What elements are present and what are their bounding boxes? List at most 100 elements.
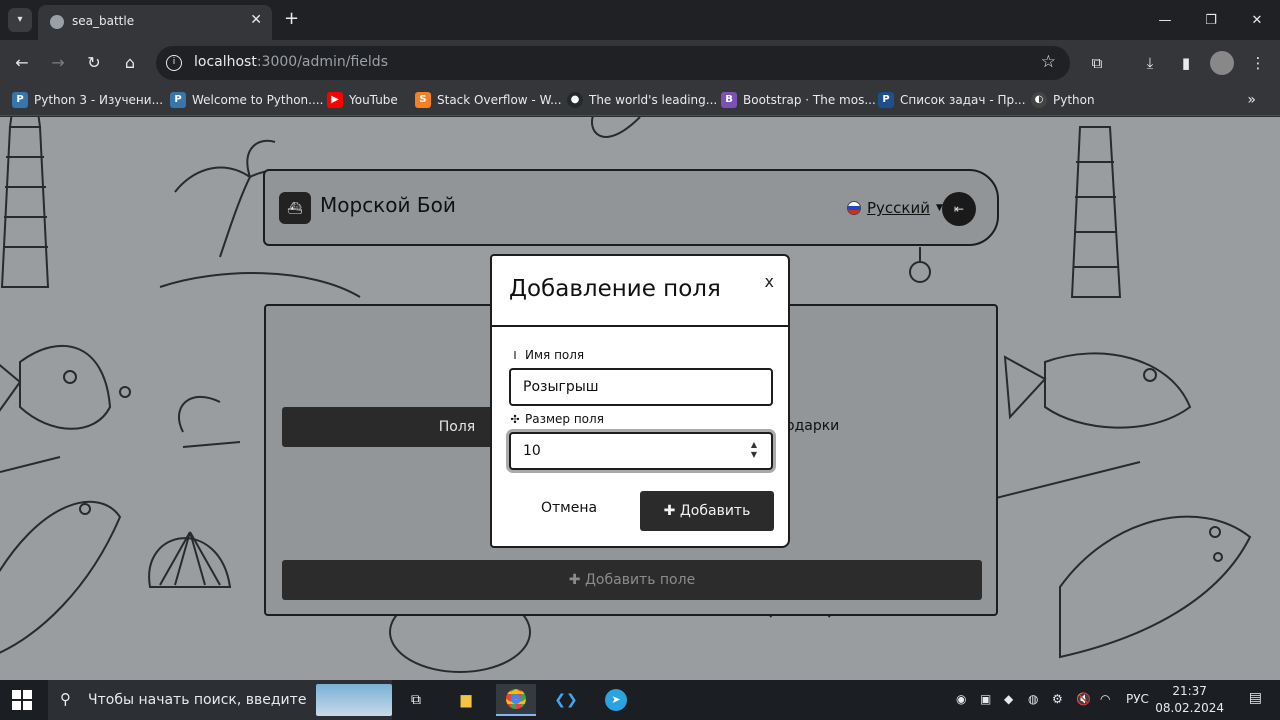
menu-kebab-icon[interactable]: ⋮ [1246, 51, 1270, 75]
back-arrow-icon[interactable]: ← [10, 51, 34, 75]
ship-logo-icon[interactable]: ⛴ [279, 192, 311, 224]
field-size-label: ✣ Размер поля [509, 412, 604, 426]
python-icon: P [170, 92, 186, 108]
browser-toolbar: ← → ↻ ⌂ i localhost:3000/admin/fields ☆ … [0, 40, 1280, 86]
cancel-button[interactable]: Отмена [541, 500, 597, 516]
side-panel-icon[interactable]: ▮ [1174, 51, 1198, 75]
window-controls: — ❐ ✕ [1142, 0, 1280, 40]
tab-search-chevron-icon[interactable]: ▾ [8, 8, 32, 32]
modal-divider [492, 325, 788, 327]
bookmarks-bar: P Python 3 - Изучени... P Welcome to Pytho… [0, 86, 1280, 116]
windows-taskbar: ⚲ Чтобы начать поиск, введите ⧉ ▆ ❮❯ ➤ ◉… [0, 680, 1280, 720]
field-name-label: I Имя поля [509, 348, 584, 362]
field-size-value: 10 [523, 443, 541, 459]
russia-flag-icon [847, 201, 861, 215]
bookmark-item[interactable]: P Python 3 - Изучени... [12, 92, 163, 108]
logout-button[interactable]: ⇤ [942, 192, 976, 226]
browser-tab[interactable]: sea_battle ✕ [38, 5, 272, 40]
bookmark-label: Python [1053, 93, 1095, 107]
tray-app-icon[interactable]: ◆ [1004, 692, 1013, 706]
site-info-icon[interactable]: i [166, 55, 182, 71]
download-icon[interactable]: ⤓ [1138, 51, 1162, 75]
field-name-label-text: Имя поля [525, 348, 585, 362]
tab-close-icon[interactable]: ✕ [250, 12, 262, 28]
bookmark-item[interactable]: S Stack Overflow - W... [415, 92, 562, 108]
system-clock[interactable]: 21:37 08.02.2024 [1155, 683, 1224, 717]
bootstrap-icon: B [721, 92, 737, 108]
search-placeholder: Чтобы начать поиск, введите [88, 692, 307, 708]
python-icon: P [12, 92, 28, 108]
volume-muted-icon[interactable]: 🔇 [1076, 692, 1091, 706]
modal-close-button[interactable]: x [765, 272, 774, 291]
url-path: :3000/admin/fields [256, 54, 388, 70]
new-tab-button[interactable]: + [284, 8, 299, 29]
bookmark-label: Python 3 - Изучени... [34, 93, 164, 107]
number-spinner-icon[interactable]: ▲ ▼ [751, 440, 757, 460]
bookmark-label: Список задач - Пр... [900, 93, 1026, 107]
bookmark-item[interactable]: ● The world's leading... [567, 92, 717, 108]
restore-button[interactable]: ❐ [1188, 0, 1234, 40]
bookmark-item[interactable]: P Welcome to Python.... [170, 92, 323, 108]
task-view-icon[interactable]: ⧉ [396, 684, 436, 716]
search-highlight-image [316, 684, 392, 716]
github-icon: ● [567, 92, 583, 108]
bookmark-star-icon[interactable]: ☆ [1041, 52, 1056, 72]
text-cursor-icon: I [513, 348, 517, 362]
taskbar-search-box[interactable]: ⚲ Чтобы начать поиск, введите [48, 680, 392, 720]
modal-title: Добавление поля [509, 276, 721, 302]
tray-app-icon[interactable]: ⚙ [1052, 692, 1063, 706]
close-window-button[interactable]: ✕ [1234, 0, 1280, 40]
forward-arrow-icon[interactable]: → [46, 51, 70, 75]
windows-start-icon[interactable] [12, 690, 32, 710]
tab-title: sea_battle [72, 14, 135, 28]
bookmark-item[interactable]: B Bootstrap · The mos... [721, 92, 876, 108]
python-icon: ◐ [1031, 92, 1047, 108]
clock-date: 08.02.2024 [1155, 701, 1224, 715]
wifi-icon[interactable]: ◠ [1100, 692, 1110, 706]
extensions-puzzle-icon[interactable]: ⧉ [1085, 51, 1109, 75]
youtube-icon: ▶ [327, 92, 343, 108]
minimize-button[interactable]: — [1142, 0, 1188, 40]
bookmark-item[interactable]: ◐ Python [1031, 92, 1095, 108]
bookmark-item[interactable]: ▶ YouTube [327, 92, 398, 108]
add-field-button[interactable]: ✚ Добавить поле [282, 560, 982, 600]
tray-app-icon[interactable]: ◍ [1028, 692, 1038, 706]
bookmark-label: The world's leading... [589, 93, 718, 107]
address-bar[interactable]: i localhost:3000/admin/fields ☆ [156, 46, 1070, 80]
language-dropdown[interactable]: Русский ▼ [847, 199, 943, 217]
url-text[interactable]: localhost:3000/admin/fields [194, 54, 388, 70]
field-size-input[interactable]: 10 ▲ ▼ [509, 432, 773, 470]
bookmark-item[interactable]: P Список задач - Пр... [878, 92, 1026, 108]
bookmark-label: Bootstrap · The mos... [743, 93, 876, 107]
url-host: localhost [194, 54, 257, 70]
tasks-icon: P [878, 92, 894, 108]
language-label: Русский [867, 199, 930, 217]
input-language[interactable]: РУС [1126, 692, 1149, 706]
tab-prizes[interactable]: одарки [786, 418, 839, 434]
file-explorer-icon[interactable]: ▆ [446, 684, 486, 716]
add-button[interactable]: ✚ Добавить [640, 491, 774, 531]
app-header: ⛴ Морской Бой Русский ▼ ⇤ [263, 169, 999, 246]
expand-arrows-icon: ✣ [510, 412, 520, 426]
bookmarks-overflow-icon[interactable]: » [1247, 92, 1256, 108]
reload-icon[interactable]: ↻ [82, 51, 106, 75]
bookmark-label: YouTube [349, 93, 398, 107]
home-icon[interactable]: ⌂ [118, 51, 142, 75]
bookmark-label: Welcome to Python.... [192, 93, 324, 107]
clock-time: 21:37 [1172, 684, 1207, 698]
discord-icon[interactable]: ◉ [956, 692, 966, 706]
profile-avatar[interactable] [1210, 51, 1234, 75]
chrome-icon[interactable] [496, 684, 536, 716]
stackoverflow-icon: S [415, 92, 431, 108]
browser-tab-bar: ▾ sea_battle ✕ + — ❐ ✕ [0, 0, 1280, 40]
search-icon: ⚲ [60, 690, 71, 708]
bookmark-label: Stack Overflow - W... [437, 93, 562, 107]
vscode-icon[interactable]: ❮❯ [546, 684, 586, 716]
globe-icon [50, 15, 64, 29]
telegram-icon[interactable]: ➤ [596, 684, 636, 716]
notification-icon[interactable]: ▤ [1249, 690, 1262, 706]
add-field-modal: Добавление поля x I Имя поля Розыгрыш ✣ … [490, 254, 790, 548]
brand-title[interactable]: Морской Бой [320, 193, 456, 217]
field-name-input[interactable]: Розыгрыш [509, 368, 773, 406]
tray-app-icon[interactable]: ▣ [980, 692, 991, 706]
